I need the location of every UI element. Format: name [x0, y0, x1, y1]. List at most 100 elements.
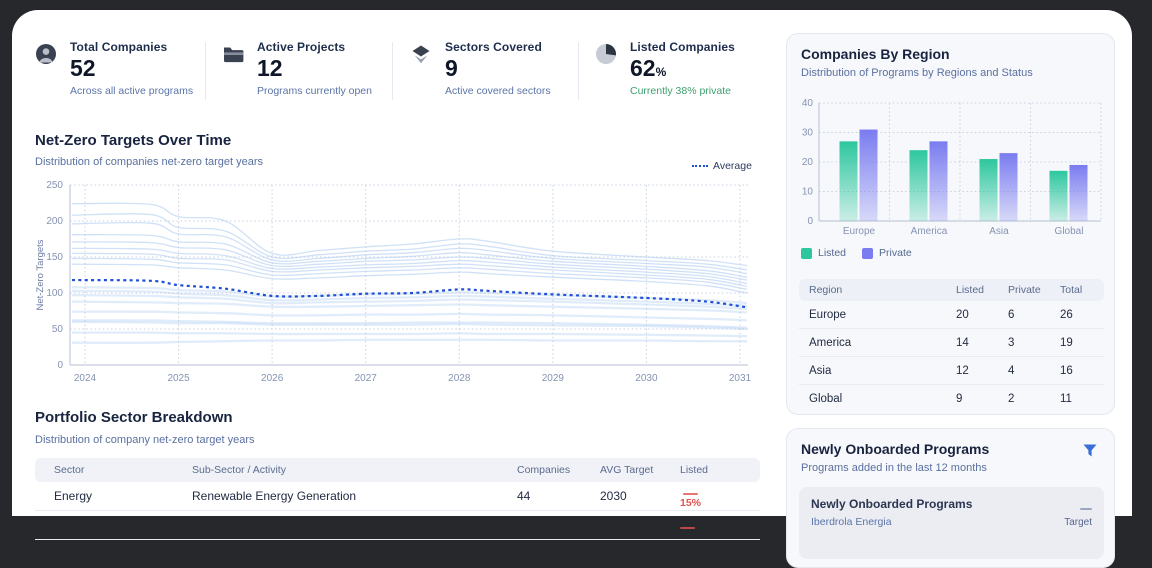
listed-cell: 14 [956, 336, 969, 349]
svg-text:America: America [911, 226, 948, 237]
table-row[interactable]: Energy Renewable Energy Generation 44 20… [35, 482, 760, 511]
average-legend-label: Average [713, 160, 752, 172]
stat-value: 52 [70, 55, 96, 81]
listed-swatch [801, 247, 812, 259]
col-header-private: Private [1008, 284, 1041, 296]
svg-text:2026: 2026 [261, 373, 284, 384]
private-cell: 4 [1008, 364, 1015, 377]
companies-cell: 44 [517, 489, 531, 503]
stat-sub: Currently 38% private [630, 85, 731, 97]
svg-text:10: 10 [802, 187, 814, 198]
svg-text:0: 0 [57, 360, 63, 371]
divider [205, 42, 206, 100]
stat-card-listed-companies: Listed Companies 62% Currently 38% priva… [595, 40, 735, 97]
table-row[interactable]: Europe 20 6 26 [799, 301, 1104, 329]
listed-cell: 15% [680, 484, 760, 509]
netzero-chart: 0 50 100 150 200 250 2024 2025 2026 2027 2028 2029 2… [35, 173, 760, 388]
stat-sub: Programs currently open [257, 85, 372, 97]
stat-label: Sectors Covered [445, 40, 542, 54]
table-row[interactable]: America 14 3 19 [799, 329, 1104, 357]
col-header-sector: Sector [54, 464, 85, 476]
region-card-subtitle: Distribution of Programs by Regions and … [801, 67, 1033, 79]
svg-text:2030: 2030 [635, 373, 658, 384]
stat-sub: Active covered sectors [445, 85, 551, 97]
col-header-total: Total [1060, 284, 1083, 296]
region-cell: Europe [809, 308, 847, 321]
col-header-companies: Companies [517, 464, 571, 476]
svg-text:50: 50 [52, 324, 64, 335]
folder-icon [222, 43, 244, 65]
svg-text:100: 100 [46, 288, 63, 299]
listed-badge [680, 527, 695, 531]
private-swatch [862, 247, 874, 259]
companies-by-region-card: Companies By Region Distribution of Prog… [786, 33, 1115, 415]
region-chart-legend: Listed Private [801, 247, 912, 259]
onboarded-list[interactable]: Newly Onboarded Programs Iberdrola Energ… [799, 487, 1104, 559]
listed-badge: 15% [680, 493, 701, 509]
stat-card-sectors-covered: Sectors Covered 9 Active covered sectors [410, 40, 551, 97]
total-cell: 16 [1060, 364, 1073, 377]
listed-cell: 20 [956, 308, 969, 321]
stat-label: Total Companies [70, 40, 168, 54]
svg-text:Net-Zero Targets: Net-Zero Targets [35, 239, 46, 310]
target-column-label: Target [1064, 517, 1092, 528]
netzero-title: Net-Zero Targets Over Time [35, 132, 232, 149]
svg-text:30: 30 [802, 128, 814, 139]
legend-item-private[interactable]: Private [862, 247, 912, 259]
newly-onboarded-card: Newly Onboarded Programs Programs added … [786, 428, 1115, 568]
stat-value: 62 [630, 55, 656, 81]
stat-card-total-companies: Total Companies 52 Across all active pro… [35, 40, 193, 97]
sector-subtitle: Distribution of company net-zero target … [35, 434, 255, 446]
sector-table-header: Sector Sub-Sector / Activity Companies A… [35, 458, 760, 482]
svg-text:0: 0 [807, 216, 813, 227]
divider [578, 42, 579, 100]
table-row[interactable] [35, 511, 760, 540]
private-cell: 2 [1008, 392, 1015, 405]
svg-text:2024: 2024 [74, 373, 97, 384]
filter-icon[interactable] [1082, 443, 1098, 459]
region-table-header: Region Listed Private Total [799, 279, 1104, 301]
table-row[interactable]: Global 9 2 11 [799, 385, 1104, 412]
users-icon [35, 43, 57, 65]
svg-text:Global: Global [1055, 226, 1084, 237]
stat-label: Listed Companies [630, 40, 735, 54]
stat-card-active-projects: Active Projects 12 Programs currently op… [222, 40, 372, 97]
region-cell: Global [809, 392, 843, 405]
trend-dash-icon [1080, 508, 1092, 510]
sector-cell: Energy [54, 489, 93, 503]
listed-cell: 9 [956, 392, 963, 405]
total-cell: 19 [1060, 336, 1073, 349]
col-header-listed: Listed [680, 464, 709, 476]
svg-text:250: 250 [46, 180, 63, 191]
listed-cell [680, 518, 760, 532]
subsector-cell: Renewable Energy Generation [192, 489, 357, 503]
legend-label: Private [879, 247, 912, 259]
stats-row: Total Companies 52 Across all active pro… [35, 40, 762, 104]
region-cell: Asia [809, 364, 832, 377]
svg-text:150: 150 [46, 252, 63, 263]
stat-sub: Across all active programs [70, 85, 194, 97]
table-row[interactable]: Asia 12 4 16 [799, 357, 1104, 385]
legend-item-listed[interactable]: Listed [801, 247, 846, 259]
private-cell: 6 [1008, 308, 1015, 321]
svg-text:40: 40 [802, 98, 814, 109]
stat-value-suffix: % [655, 65, 667, 79]
svg-text:200: 200 [46, 216, 63, 227]
svg-text:2029: 2029 [542, 373, 565, 384]
onboarded-list-item: Iberdrola Energia [811, 516, 892, 528]
svg-text:2025: 2025 [167, 373, 190, 384]
onboarded-list-title: Newly Onboarded Programs [811, 497, 973, 511]
svg-text:2028: 2028 [448, 373, 471, 384]
avg-target-cell: 2030 [600, 489, 627, 503]
sector-table: Sector Sub-Sector / Activity Companies A… [35, 458, 760, 540]
legend-label: Listed [818, 247, 847, 259]
onboarded-subtitle: Programs added in the last 12 months [801, 462, 987, 474]
region-cell: America [809, 336, 852, 349]
region-card-title: Companies By Region [801, 46, 950, 62]
divider [392, 42, 393, 100]
private-cell: 3 [1008, 336, 1015, 349]
stat-value: 12 [257, 55, 283, 81]
sector-title: Portfolio Sector Breakdown [35, 409, 233, 426]
stat-label: Active Projects [257, 40, 346, 54]
region-bar-chart: 0 10 20 30 40 Europe America Asia Global [793, 90, 1110, 242]
